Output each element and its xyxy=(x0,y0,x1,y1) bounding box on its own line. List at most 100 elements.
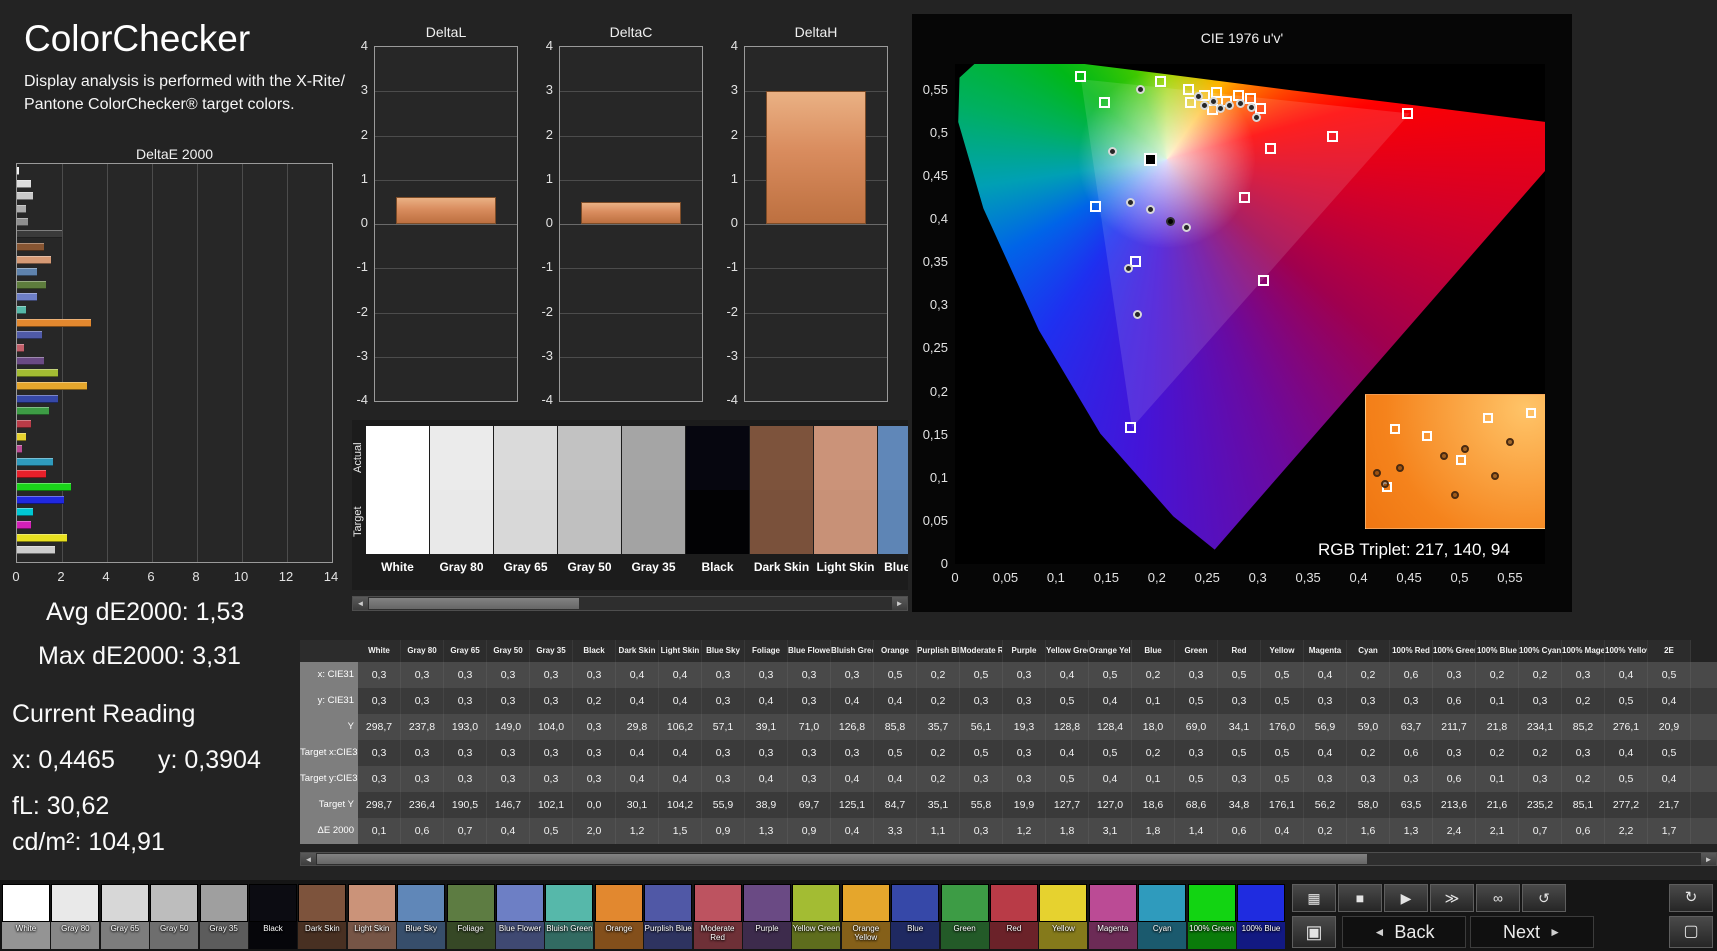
target-swatch xyxy=(878,490,908,554)
scroll-thumb[interactable] xyxy=(369,598,579,609)
table-cell: 0,3 xyxy=(1347,688,1390,714)
colorchecker-app: ColorChecker Display analysis is perform… xyxy=(0,0,1717,951)
table-cell: 0,3 xyxy=(1304,766,1347,792)
cie-target-marker xyxy=(1182,83,1194,95)
loop-button[interactable]: ∞ xyxy=(1476,884,1520,912)
patch-button[interactable]: Gray 80 xyxy=(51,884,100,949)
table-cell: 0,3 xyxy=(1218,766,1261,792)
table-cell: 0,3 xyxy=(358,766,401,792)
x-tick-label: 0,55 xyxy=(1497,570,1523,585)
patch-button[interactable]: Cyan xyxy=(1138,884,1187,949)
patch-button[interactable]: Green xyxy=(940,884,989,949)
cie-target-marker xyxy=(1155,75,1167,87)
table-cell: 1,2 xyxy=(616,818,659,844)
patch-button[interactable]: Yellow Green xyxy=(792,884,841,949)
table-cell: 0,4 xyxy=(874,766,917,792)
patch-button[interactable]: Purple xyxy=(743,884,791,949)
skip-button[interactable]: ≫ xyxy=(1430,884,1474,912)
deltae-bar xyxy=(17,521,31,530)
patch-button[interactable]: Moderate Red xyxy=(693,884,742,949)
patch-swatch xyxy=(990,884,1038,922)
next-arrow-icon: ► xyxy=(1549,925,1561,939)
patch-button-label: Black xyxy=(249,922,297,949)
table-cell: 0,4 xyxy=(1304,740,1347,766)
patch-button-label: Cyan xyxy=(1138,922,1187,949)
scroll-right-arrow[interactable]: ► xyxy=(892,597,907,610)
table-cell: 0,3 xyxy=(702,662,745,688)
x-tick-label: 0 xyxy=(951,570,959,585)
reset-button[interactable]: ↺ xyxy=(1522,884,1566,912)
swatch-strip-scrollbar[interactable]: ◄ ► xyxy=(352,596,908,611)
patch-swatch xyxy=(644,884,693,922)
patch-button[interactable]: Bluish Green xyxy=(545,884,594,949)
patch-button[interactable]: Gray 35 xyxy=(199,884,248,949)
table-cell: 0,5 xyxy=(1261,766,1304,792)
patch-button[interactable]: Blue Sky xyxy=(397,884,446,949)
measurement-table-scrollbar[interactable]: ◄ ► xyxy=(300,852,1717,866)
patch-button-label: 100% Blue xyxy=(1237,922,1285,949)
back-arrow-icon: ◄ xyxy=(1373,925,1386,939)
screen-button[interactable]: ▢ xyxy=(1669,916,1713,948)
deltal-plot xyxy=(374,46,518,402)
deltae2000-chart-title: DeltaE 2000 xyxy=(135,146,214,162)
patch-button[interactable]: Red xyxy=(990,884,1038,949)
deltac-plot xyxy=(559,46,703,402)
patch-button[interactable]: Orange xyxy=(594,884,643,949)
next-button[interactable]: Next ► xyxy=(1470,916,1594,948)
display-button[interactable]: ▣ xyxy=(1292,916,1336,948)
y-tick-label: 1 xyxy=(545,170,553,186)
patch-button[interactable]: 100% Blue xyxy=(1237,884,1285,949)
table-row: x: CIE31 0,3 0,3 0,3 0,3 0,3 0,3 0,4 0,4 0,3 0,3 0,… xyxy=(300,662,1717,688)
table-cell: 0,4 xyxy=(487,818,530,844)
grid-line xyxy=(745,268,887,270)
y-tick-label: -3 xyxy=(541,347,553,363)
table-cell: 0,3 xyxy=(358,688,401,714)
patch-button[interactable]: 100% Green xyxy=(1187,884,1236,949)
y-tick-label: 0,35 xyxy=(922,254,948,270)
patch-button[interactable]: Gray 50 xyxy=(150,884,199,949)
table-cell: 39,1 xyxy=(745,714,788,740)
deltae-bar xyxy=(17,230,62,239)
table-cell: 0,5 xyxy=(530,818,573,844)
patch-button[interactable]: Dark Skin xyxy=(298,884,347,949)
table-cell: 0,5 xyxy=(874,662,917,688)
patch-button[interactable]: Black xyxy=(249,884,297,949)
patch-button[interactable]: Orange Yellow xyxy=(841,884,890,949)
patch-button[interactable]: Light Skin xyxy=(347,884,396,949)
patch-button[interactable]: Blue xyxy=(891,884,940,949)
table-cell: 0,3 xyxy=(1347,766,1390,792)
stop-button[interactable]: ■ xyxy=(1338,884,1382,912)
y-tick-label: 0 xyxy=(730,215,738,230)
back-button[interactable]: ◄ Back xyxy=(1342,916,1466,948)
swatch-column-label: White xyxy=(381,560,414,574)
deltae-bar xyxy=(17,369,58,378)
grid-line xyxy=(560,312,702,314)
patch-button[interactable]: Purplish Blue xyxy=(644,884,693,949)
scroll-left-arrow[interactable]: ◄ xyxy=(353,597,368,610)
patch-button[interactable]: Gray 65 xyxy=(100,884,149,949)
grid-line xyxy=(197,164,198,562)
play-button[interactable]: ▶ xyxy=(1384,884,1428,912)
table-cell: 0,3 xyxy=(788,766,831,792)
refresh-button[interactable]: ↻ xyxy=(1669,884,1713,912)
patch-button[interactable]: Yellow xyxy=(1039,884,1088,949)
y-tick-label: -4 xyxy=(726,392,738,407)
patch-button[interactable]: Blue Flower xyxy=(496,884,544,949)
patch-button[interactable]: Foliage xyxy=(446,884,495,949)
scroll-thumb[interactable] xyxy=(317,854,1367,864)
grid-line xyxy=(560,356,702,358)
scroll-right-arrow[interactable]: ► xyxy=(1701,853,1716,865)
y-tick-label: 1 xyxy=(730,170,738,186)
table-cell: 0,5 xyxy=(1089,662,1132,688)
table-cell: 38,9 xyxy=(745,792,788,818)
patch-swatch xyxy=(51,884,100,922)
patch-button[interactable]: White xyxy=(2,884,50,949)
scroll-left-arrow[interactable]: ◄ xyxy=(301,853,316,865)
patch-button[interactable]: Magenta xyxy=(1088,884,1137,949)
table-header-cell: Magenta xyxy=(1304,640,1347,662)
grid-line xyxy=(560,135,702,137)
table-row-label: Target x:CIE31 xyxy=(300,740,358,766)
pattern-window-button[interactable]: ▦ xyxy=(1292,884,1336,912)
deltal-chart-title: DeltaL xyxy=(425,24,467,40)
table-row: Target Y 298,7 236,4 190,5 146,7 102,1 0,0 30,1… xyxy=(300,792,1717,818)
